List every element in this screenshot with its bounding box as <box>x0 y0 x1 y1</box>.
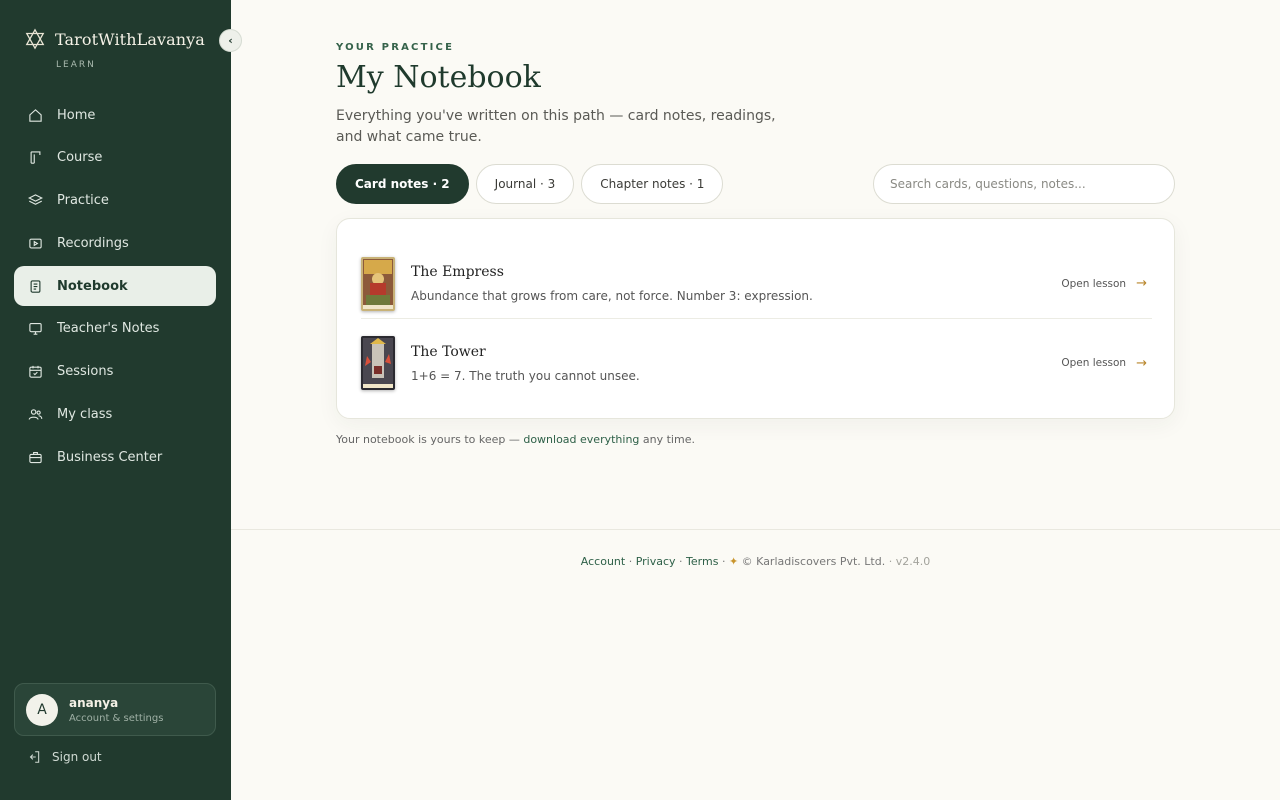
footer-account-link[interactable]: Account <box>581 555 625 568</box>
brand-name: TarotWithLavanya <box>55 29 205 49</box>
sidebar-item-business-center[interactable]: Business Center <box>14 437 216 477</box>
avatar: A <box>26 693 58 726</box>
card-notes-list: The Empress Abundance that grows from ca… <box>336 218 1175 419</box>
sidebar-item-label: Home <box>57 107 96 123</box>
user-card[interactable]: A ananya Account & settings <box>14 683 216 736</box>
footer-terms-link[interactable]: Terms <box>686 555 718 568</box>
note-card-title: The Empress <box>411 264 504 280</box>
tab-journal[interactable]: Journal · 3 <box>475 164 575 204</box>
sign-out-label: Sign out <box>52 750 102 764</box>
calendar-icon <box>29 366 42 378</box>
sidebar-item-recordings[interactable]: Recordings <box>14 223 216 263</box>
layers-icon <box>28 194 43 205</box>
sparkle-icon: ✦ <box>728 555 739 568</box>
sidebar-item-my-class[interactable]: My class <box>14 395 216 435</box>
search-input[interactable] <box>873 164 1175 204</box>
keep-note-text: Your notebook is yours to keep — <box>336 433 524 446</box>
notebook-icon <box>30 280 41 293</box>
keep-notebook-note: Your notebook is yours to keep — downloa… <box>336 433 695 446</box>
footer: Account · Privacy · Terms · ✦ © Karladis… <box>580 555 931 568</box>
note-card-title: The Tower <box>411 343 486 360</box>
sidebar-item-sessions[interactable]: Sessions <box>14 352 216 392</box>
footer-privacy-link[interactable]: Privacy <box>636 555 676 568</box>
collapse-sidebar-button[interactable]: ‹ <box>219 29 242 52</box>
sidebar-item-practice[interactable]: Practice <box>14 181 216 221</box>
sidebar-item-teachers-notes[interactable]: Teacher's Notes <box>14 309 216 349</box>
tower-card-thumbnail <box>361 336 395 390</box>
list-item[interactable]: The Tower 1+6 = 7. The truth you cannot … <box>361 328 1152 398</box>
sidebar-item-label: Practice <box>57 193 109 209</box>
footer-divider <box>231 529 1280 530</box>
page-eyebrow: YOUR PRACTICE <box>336 42 455 53</box>
notebook-tabs: Card notes · 2 Journal · 3 Chapter notes… <box>336 164 724 204</box>
sign-out-icon <box>29 751 40 763</box>
chevron-left-icon: ‹ <box>228 34 233 47</box>
tab-card-notes[interactable]: Card notes · 2 <box>336 164 469 204</box>
main-content: YOUR PRACTICE My Notebook Everything you… <box>231 0 1280 800</box>
arrow-right-icon[interactable]: → <box>1136 276 1147 291</box>
sidebar-item-course[interactable]: Course <box>14 138 216 178</box>
sidebar-item-label: Notebook <box>57 278 128 294</box>
user-settings-link: Account & settings <box>69 712 164 724</box>
tab-chapter-notes[interactable]: Chapter notes · 1 <box>581 164 724 204</box>
page-title: My Notebook <box>336 60 541 95</box>
sidebar-item-home[interactable]: Home <box>14 95 216 135</box>
note-text: 1+6 = 7. The truth you cannot unsee. <box>411 368 640 383</box>
home-icon <box>29 108 42 122</box>
sidebar-item-label: Course <box>57 150 103 166</box>
sidebar-item-label: Teacher's Notes <box>57 321 160 337</box>
sidebar-item-notebook[interactable]: Notebook <box>14 266 216 307</box>
keep-note-text-end: any time. <box>639 433 695 446</box>
briefcase-icon <box>29 451 42 463</box>
empress-card-thumbnail <box>361 256 395 311</box>
sidebar-nav: Home Course Practice Recordings Notebook… <box>14 95 216 480</box>
open-lesson-link[interactable]: Open lesson <box>1061 278 1126 290</box>
footer-version: v2.4.0 <box>895 555 931 568</box>
note-text: Abundance that grows from care, not forc… <box>411 289 813 303</box>
book-icon <box>30 151 41 164</box>
brand-subtitle: LEARN <box>56 60 96 70</box>
download-everything-link[interactable]: download everything <box>523 433 639 446</box>
sidebar-item-label: Sessions <box>57 364 114 380</box>
open-lesson-link[interactable]: Open lesson <box>1061 357 1126 369</box>
brand[interactable]: TarotWithLavanya <box>24 28 205 50</box>
sidebar: TarotWithLavanya LEARN Home Course Pract… <box>0 0 231 800</box>
monitor-icon <box>29 323 42 336</box>
arrow-right-icon[interactable]: → <box>1136 356 1147 371</box>
sign-out-button[interactable]: Sign out <box>27 750 102 764</box>
page-subtitle: Everything you've written on this path —… <box>336 108 776 145</box>
user-name: ananya <box>69 695 119 710</box>
star-of-david-icon <box>25 28 45 50</box>
play-icon <box>29 238 42 249</box>
footer-copyright: © Karladiscovers Pvt. Ltd. <box>741 555 886 568</box>
users-icon <box>28 409 43 420</box>
list-item[interactable]: The Empress Abundance that grows from ca… <box>361 249 1152 319</box>
sidebar-item-label: Business Center <box>57 449 163 465</box>
sidebar-item-label: My class <box>57 407 113 423</box>
sidebar-item-label: Recordings <box>57 235 129 251</box>
